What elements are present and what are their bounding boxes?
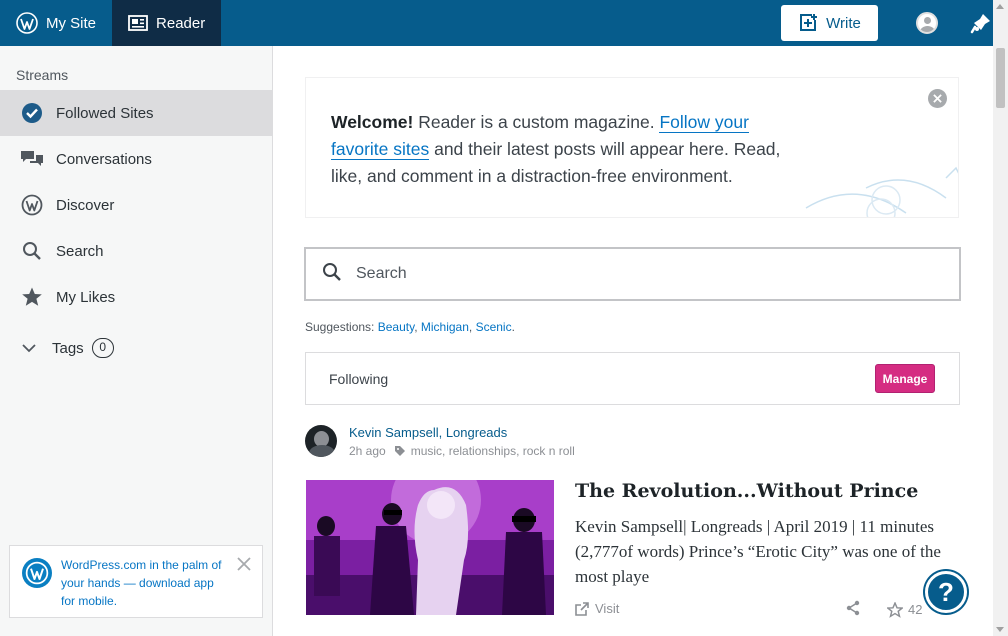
suggestion-michigan[interactable]: Michigan [421, 320, 469, 334]
chat-bubbles-icon [20, 147, 44, 171]
search-icon [20, 239, 44, 263]
suggestion-scenic[interactable]: Scenic [476, 320, 512, 334]
welcome-text: Welcome! Reader is a custom magazine. Fo… [331, 109, 801, 190]
sidebar-item-followed-sites[interactable]: Followed Sites [0, 90, 272, 136]
external-link-icon [575, 601, 589, 616]
visit-link[interactable]: Visit [575, 601, 619, 616]
post-header: Kevin Sampsell, Longreads 2h ago music, … [305, 425, 575, 460]
my-site-label: My Site [46, 14, 97, 32]
suggestions-label: Suggestions: [305, 320, 375, 334]
suggestion-beauty[interactable]: Beauty [378, 320, 414, 334]
search-icon [322, 262, 342, 287]
share-icon[interactable] [845, 600, 861, 619]
visit-label: Visit [595, 601, 620, 616]
star-outline-icon [887, 601, 903, 618]
like-count: 42 [908, 602, 923, 617]
sidebar-item-conversations[interactable]: Conversations [0, 136, 272, 182]
welcome-text-1: Reader is a custom magazine. [413, 112, 660, 132]
tag-icon [394, 446, 405, 456]
chevron-down-icon [22, 340, 36, 357]
post-actions: 42 [845, 600, 922, 619]
following-label: Following [329, 370, 389, 387]
app-promo-banner[interactable]: WordPress.com in the palm of your hands … [9, 545, 263, 618]
sidebar-item-search[interactable]: Search [0, 228, 272, 274]
scroll-up-arrow[interactable] [996, 4, 1004, 9]
post-meta: 2h ago music, relationships, rock n roll [349, 442, 575, 460]
search-input[interactable] [356, 265, 916, 283]
masterbar: My Site Reader Write [0, 0, 1008, 46]
close-icon[interactable] [236, 556, 252, 577]
streams-heading: Streams [16, 67, 69, 83]
sidebar-item-tags[interactable]: Tags 0 [0, 320, 272, 376]
sidebar-item-label: My Likes [56, 288, 116, 306]
sidebar-item-label: Discover [56, 196, 115, 214]
post-author[interactable]: Kevin Sampsell, Longreads [349, 425, 575, 441]
reader-icon [128, 15, 148, 31]
tags-label: Tags [52, 339, 84, 357]
sidebar-item-label: Conversations [56, 150, 152, 168]
scroll-thumb[interactable] [996, 48, 1005, 108]
close-icon[interactable] [928, 89, 947, 108]
post-featured-image[interactable] [306, 480, 554, 615]
sidebar: Streams Followed Sites Conversations Dis… [0, 46, 273, 636]
profile-button[interactable] [900, 0, 954, 46]
sidebar-item-label: Followed Sites [56, 104, 154, 122]
following-header: Following Manage [305, 352, 960, 405]
reader-label: Reader [156, 14, 206, 32]
post-title[interactable]: The Revolution...Without Prince [575, 480, 918, 502]
app-promo-text: WordPress.com in the palm of your hands … [61, 558, 222, 608]
post-tags[interactable]: music, relationships, rock n roll [411, 442, 575, 460]
like-button[interactable]: 42 [887, 601, 923, 618]
my-site-button[interactable]: My Site [0, 0, 112, 46]
sidebar-item-discover[interactable]: Discover [0, 182, 272, 228]
welcome-bold: Welcome! [331, 112, 414, 132]
scroll-down-arrow[interactable] [996, 627, 1004, 632]
welcome-banner: Welcome! Reader is a custom magazine. Fo… [305, 77, 959, 218]
reader-search[interactable] [304, 247, 961, 301]
wordpress-logo-icon [20, 193, 44, 217]
sidebar-item-label: Search [56, 242, 104, 260]
avatar-icon [916, 12, 938, 34]
manage-button[interactable]: Manage [875, 364, 935, 393]
reader-button[interactable]: Reader [112, 0, 222, 46]
write-label: Write [826, 14, 861, 32]
author-avatar[interactable] [305, 425, 337, 457]
add-post-icon [800, 14, 818, 31]
bell-icon [970, 14, 990, 34]
main-content: Welcome! Reader is a custom magazine. Fo… [273, 46, 993, 636]
write-button[interactable]: Write [781, 5, 878, 41]
wordpress-logo-icon [16, 12, 38, 34]
star-icon [20, 285, 44, 309]
scrollbar[interactable] [993, 0, 1008, 636]
post-time[interactable]: 2h ago [349, 442, 386, 460]
sidebar-item-my-likes[interactable]: My Likes [0, 274, 272, 320]
search-suggestions: Suggestions: Beauty, Michigan, Scenic. [305, 320, 515, 334]
help-button[interactable]: ? [925, 571, 967, 613]
tags-count-badge: 0 [91, 338, 114, 358]
checkmark-circle-icon [20, 101, 44, 125]
wordpress-logo-icon [22, 558, 52, 588]
